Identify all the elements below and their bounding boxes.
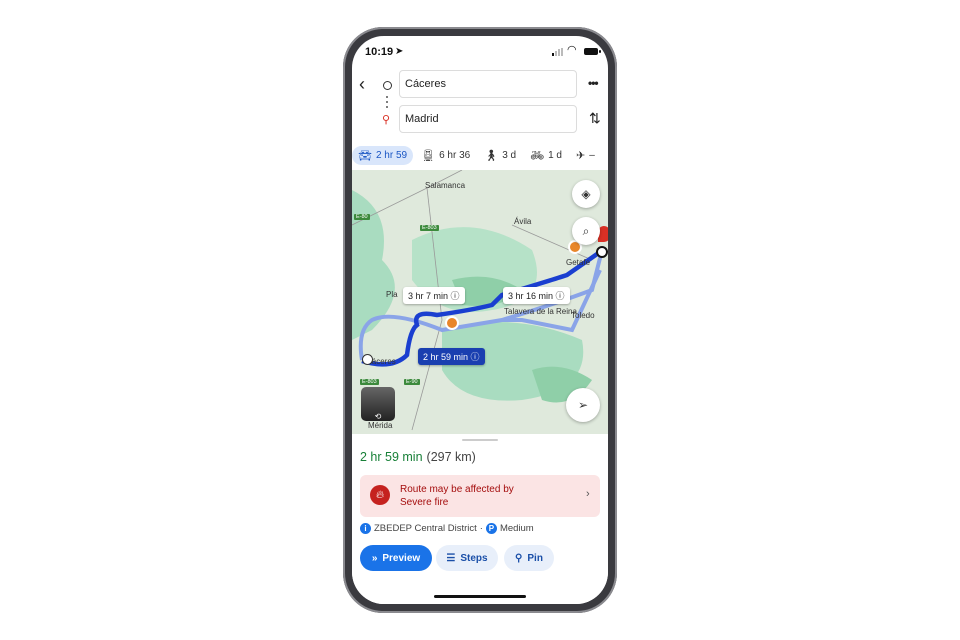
car-icon: 🚘︎	[358, 149, 372, 162]
route-summary: 2 hr 59 min (297 km)	[360, 450, 476, 464]
pin-button[interactable]: ⚲ Pin	[504, 545, 554, 571]
road-shield: E-80	[354, 214, 370, 220]
road-line	[411, 319, 443, 431]
navigation-arrow-icon: ➢	[577, 398, 589, 412]
search-icon: ⌕	[582, 223, 590, 238]
parking-icon: P	[485, 523, 497, 534]
layers-button[interactable]: ◈	[572, 180, 600, 208]
route-callout-alt1[interactable]: 3 hr 7 min ⓘ	[403, 287, 465, 304]
wifi-icon: ◠	[567, 44, 577, 56]
fire-alert-banner[interactable]: 🔥︎ Route may be affected by Severe fire …	[360, 475, 600, 517]
route-callout-selected[interactable]: 2 hr 59 min ⓘ	[418, 348, 485, 365]
road-shield: E-90	[404, 379, 420, 385]
origin-marker-icon	[362, 354, 373, 365]
route-dots-icon	[386, 96, 388, 111]
battery-icon	[584, 48, 601, 55]
destination-marker-icon	[596, 246, 608, 258]
destination-input[interactable]: Madrid	[399, 105, 577, 133]
alert-line2: Severe fire	[400, 497, 449, 508]
street-view-thumbnail[interactable]: ⟲	[361, 387, 395, 421]
place-label: Mérida	[368, 421, 393, 430]
recenter-button[interactable]: ➢	[566, 388, 600, 422]
tab-walk[interactable]: 🚶︎ 3 d	[478, 146, 522, 165]
fire-marker-icon[interactable]	[445, 316, 459, 330]
pin-icon: ⚲	[515, 552, 523, 564]
more-options-icon[interactable]: •••	[588, 76, 599, 90]
place-label: Getafe	[566, 258, 591, 267]
sheet-drag-handle[interactable]	[462, 439, 498, 441]
route-details-sheet: 2 hr 59 min (297 km) 🔥︎ Route may be affe…	[352, 434, 608, 604]
road-shield: E-803	[420, 225, 439, 231]
status-time: 10:19	[365, 46, 394, 58]
home-indicator[interactable]	[434, 595, 526, 598]
fire-icon: 🔥︎	[370, 485, 390, 505]
tab-transit[interactable]: 🚆︎ 6 hr 36	[415, 146, 476, 165]
route-callout-alt2[interactable]: 3 hr 16 min ⓘ	[503, 287, 570, 304]
road-shield: E-803	[360, 379, 379, 385]
info-icon: i	[360, 523, 371, 534]
place-label: Toledo	[571, 311, 595, 320]
route-duration: 2 hr 59 min	[360, 450, 423, 464]
swap-directions-icon[interactable]: ⇅	[589, 110, 601, 127]
zone-label: ZBEDEP Central District	[374, 523, 477, 534]
double-chevron-icon: »	[371, 552, 378, 564]
back-button[interactable]: ‹	[359, 74, 365, 95]
tab-bike[interactable]: 🚲︎ 1 d	[524, 146, 568, 165]
map-view[interactable]: Salamanca Ávila Getafe Pla Talavera de l…	[352, 170, 608, 434]
layers-icon: ◈	[581, 187, 591, 201]
list-icon: ☰	[446, 552, 456, 564]
location-arrow-icon: ➤	[395, 46, 404, 57]
walk-icon: 🚶︎	[484, 149, 499, 162]
route-distance: (297 km)	[426, 450, 476, 464]
place-label: Talavera de la Reina	[504, 307, 577, 316]
origin-input[interactable]: Cáceres	[399, 70, 577, 98]
tab-flight[interactable]: ✈︎ –	[570, 146, 601, 165]
place-label: Pla	[386, 290, 398, 299]
phone-screen: 10:19 ➤ ◠ ‹ ⚲ Cáceres Madrid ••• ⇅ 🚘︎ 2 h…	[352, 36, 608, 604]
preview-button[interactable]: » Preview	[360, 545, 432, 571]
travel-mode-tabs: 🚘︎ 2 hr 59 🚆︎ 6 hr 36 🚶︎ 3 d 🚲︎ 1 d ✈︎ –	[352, 144, 608, 166]
status-bar: 10:19 ➤ ◠	[352, 36, 608, 66]
origin-dot-icon	[383, 81, 392, 90]
alert-line1: Route may be affected by	[400, 484, 514, 495]
rotate-icon: ⟲	[374, 412, 382, 421]
tab-drive[interactable]: 🚘︎ 2 hr 59	[352, 145, 414, 165]
search-along-route-button[interactable]: ⌕	[572, 217, 600, 245]
route-info-row: i ZBEDEP Central District · P Medium	[360, 523, 534, 534]
plane-icon: ✈︎	[575, 149, 586, 162]
signal-icon	[552, 48, 563, 56]
chevron-right-icon: ›	[586, 488, 590, 500]
steps-button[interactable]: ☰ Steps	[436, 545, 498, 571]
destination-pin-icon: ⚲	[382, 114, 391, 126]
train-icon: 🚆︎	[421, 149, 436, 162]
bike-icon: 🚲︎	[530, 149, 545, 162]
place-label: Salamanca	[425, 181, 466, 190]
place-label: Ávila	[514, 217, 532, 226]
parking-label: Medium	[499, 523, 534, 534]
